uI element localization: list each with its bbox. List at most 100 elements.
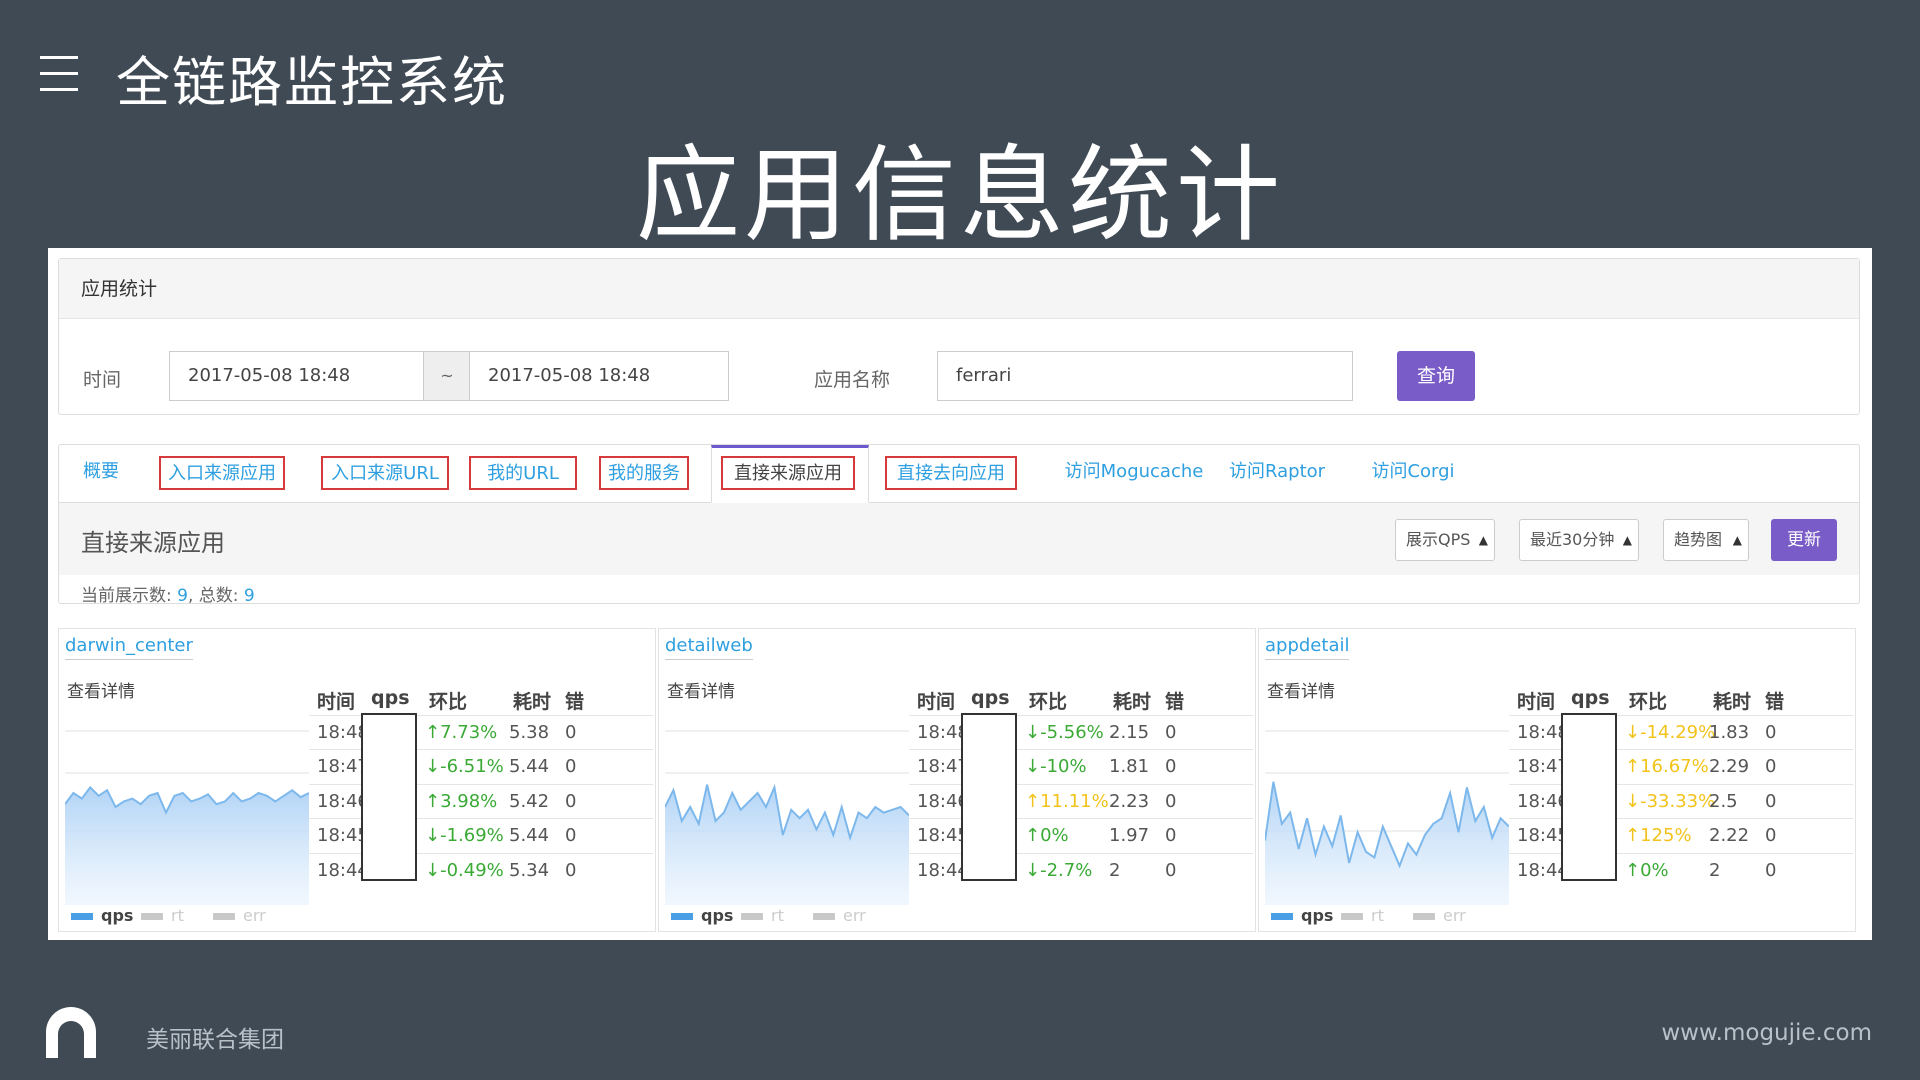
row-ratio: ↓-14.29% — [1625, 722, 1716, 743]
view-select-value: 趋势图 — [1674, 530, 1723, 549]
app-name-link[interactable]: detailweb — [665, 635, 753, 660]
qps-trend-chart: qps rt err — [65, 730, 309, 925]
time-range-select[interactable]: 最近30分钟 ▲ — [1519, 519, 1639, 561]
row-ratio: ↓-0.49% — [425, 859, 504, 881]
legend-label-qps[interactable]: qps — [101, 906, 133, 925]
row-error-count: 0 — [1165, 756, 1177, 778]
legend-swatch-err[interactable] — [213, 913, 235, 920]
legend-label-err[interactable]: err — [1443, 906, 1466, 925]
view-details-link[interactable]: 查看详情 — [1267, 677, 1335, 702]
tab-visit-raptor[interactable]: 访问Raptor — [1229, 456, 1325, 490]
metric-select-value: 展示QPS — [1406, 530, 1471, 549]
row-cost: 5.34 — [509, 859, 550, 881]
row-cost: 5.38 — [509, 722, 550, 743]
row-cost: 2.15 — [1109, 722, 1150, 743]
app-card-detailweb: detailweb 查看详情 qps rt err 时间 qps 环比 耗时错 18:48 ↓-5.… — [658, 628, 1256, 932]
row-cost: 5.42 — [509, 790, 550, 812]
qps-highlight-box — [961, 713, 1017, 881]
row-error-count: 0 — [565, 790, 577, 812]
tab-overview[interactable]: 概要 — [81, 456, 121, 490]
row-ratio: ↓-6.51% — [425, 756, 504, 778]
legend-swatch-qps[interactable] — [671, 913, 693, 920]
legend-swatch-rt[interactable] — [141, 913, 163, 920]
view-details-link[interactable]: 查看详情 — [67, 677, 135, 702]
row-error-count: 0 — [1165, 790, 1177, 812]
tab-visit-corgi[interactable]: 访问Corgi — [1371, 456, 1455, 490]
legend-label-err[interactable]: err — [843, 906, 866, 925]
query-panel-heading: 应用统计 — [59, 259, 1859, 319]
tab-entry-source-url[interactable]: 入口来源URL — [321, 456, 449, 490]
row-ratio: ↓-33.33% — [1625, 790, 1716, 812]
row-ratio: ↑16.67% — [1625, 756, 1709, 778]
footer-brand: 美丽联合集团 — [146, 1027, 284, 1053]
sort-arrows-icon: ▲ — [1478, 533, 1488, 547]
row-ratio: ↓-1.69% — [425, 825, 504, 847]
row-error-count: 0 — [565, 722, 577, 743]
qps-trend-chart: qps rt err — [665, 730, 909, 925]
menu-icon[interactable] — [40, 56, 78, 92]
legend-label-qps[interactable]: qps — [1301, 906, 1333, 925]
tab-direct-source-app[interactable]: 直接来源应用 — [721, 456, 855, 490]
legend-swatch-rt[interactable] — [1341, 913, 1363, 920]
row-error-count: 0 — [1165, 859, 1177, 881]
tab-entry-source-app[interactable]: 入口来源应用 — [159, 456, 285, 490]
row-ratio: ↑125% — [1625, 825, 1692, 847]
tab-visit-mogucache[interactable]: 访问Mogucache — [1051, 456, 1217, 490]
row-cost: 2.22 — [1709, 825, 1750, 847]
query-button[interactable]: 查询 — [1397, 351, 1475, 401]
legend-swatch-err[interactable] — [1413, 913, 1435, 920]
row-ratio: ↑11.11% — [1025, 790, 1109, 812]
time-label: 时间 — [83, 369, 122, 391]
count-line: 当前展示数: 9, 总数: 9 — [81, 581, 255, 606]
legend-label-rt[interactable]: rt — [771, 906, 784, 925]
app-name-link[interactable]: darwin_center — [65, 635, 193, 660]
row-ratio: ↓-2.7% — [1025, 859, 1093, 881]
row-cost: 2.5 — [1709, 790, 1738, 812]
section-title: 直接来源应用 — [81, 529, 225, 557]
row-cost: 2 — [1709, 859, 1721, 881]
legend-label-qps[interactable]: qps — [701, 906, 733, 925]
footer-url[interactable]: www.mogujie.com — [1661, 1020, 1872, 1046]
tab-bar: 概要 入口来源应用 入口来源URL 我的URL 我的服务 直接来源应用 直接去向… — [59, 445, 1859, 503]
legend-swatch-rt[interactable] — [741, 913, 763, 920]
qps-trend-chart: qps rt err — [1265, 730, 1509, 925]
qps-highlight-box — [361, 713, 417, 881]
sort-arrows-icon: ▲ — [1732, 533, 1742, 547]
row-error-count: 0 — [1165, 722, 1177, 743]
view-details-link[interactable]: 查看详情 — [667, 677, 735, 702]
row-error-count: 0 — [565, 859, 577, 881]
qps-highlight-box — [1561, 713, 1617, 881]
row-error-count: 0 — [1765, 790, 1777, 812]
start-time-input[interactable]: 2017-05-08 18:48 — [169, 351, 425, 401]
tab-my-url[interactable]: 我的URL — [469, 456, 577, 490]
stats-tabs-panel: 概要 入口来源应用 入口来源URL 我的URL 我的服务 直接来源应用 直接去向… — [58, 444, 1860, 606]
metric-select[interactable]: 展示QPS ▲ — [1395, 519, 1495, 561]
tab-my-service[interactable]: 我的服务 — [599, 456, 689, 490]
row-ratio: ↓-10% — [1025, 756, 1087, 778]
section-header: 直接来源应用 展示QPS ▲ 最近30分钟 ▲ 趋势图 ▲ 更新 — [59, 503, 1859, 575]
row-error-count: 0 — [1165, 825, 1177, 847]
legend-swatch-qps[interactable] — [71, 913, 93, 920]
legend-swatch-qps[interactable] — [1271, 913, 1293, 920]
view-select[interactable]: 趋势图 ▲ — [1663, 519, 1749, 561]
qps-area — [1265, 781, 1509, 905]
row-error-count: 0 — [565, 756, 577, 778]
legend-label-err[interactable]: err — [243, 906, 266, 925]
legend-swatch-err[interactable] — [813, 913, 835, 920]
row-ratio: ↑0% — [1625, 859, 1669, 881]
qps-area — [65, 787, 309, 905]
app-card-appdetail: appdetail 查看详情 qps rt err 时间 qps 环比 耗时错 18:48 ↓-14… — [1258, 628, 1856, 932]
row-ratio: ↓-5.56% — [1025, 722, 1104, 743]
app-name-link[interactable]: appdetail — [1265, 635, 1350, 660]
total-prefix: , 总数: — [187, 586, 244, 606]
legend-label-rt[interactable]: rt — [1371, 906, 1384, 925]
update-button[interactable]: 更新 — [1771, 519, 1837, 561]
row-ratio: ↑3.98% — [425, 790, 498, 812]
app-name-input[interactable]: ferrari — [937, 351, 1353, 401]
tab-direct-target-app[interactable]: 直接去向应用 — [885, 456, 1017, 490]
legend-label-rt[interactable]: rt — [171, 906, 184, 925]
end-time-input[interactable]: 2017-05-08 18:48 — [469, 351, 729, 401]
row-error-count: 0 — [1765, 756, 1777, 778]
count-prefix: 当前展示数: — [81, 586, 178, 606]
mogujie-logo-icon — [46, 1007, 96, 1058]
